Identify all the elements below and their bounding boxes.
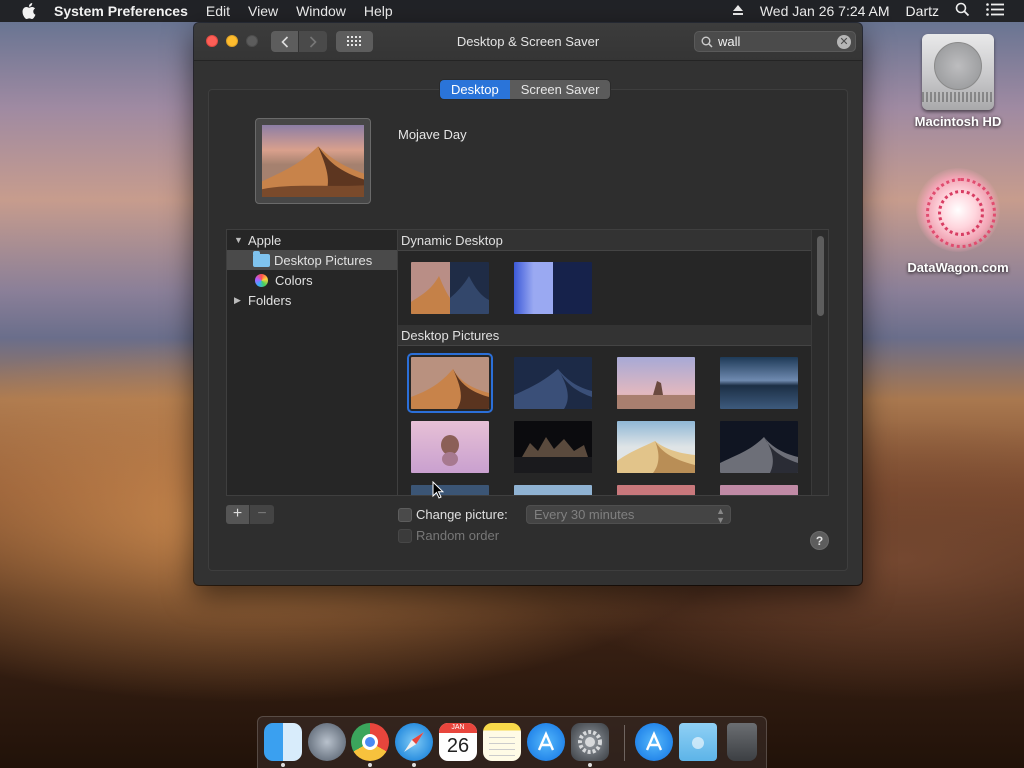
dock-app-store-download-icon[interactable]: [635, 723, 673, 761]
desktop-icon-label: DataWagon.com: [907, 260, 1009, 275]
preferences-window: Desktop & Screen Saver wall ✕ Desktop Sc…: [194, 23, 862, 585]
source-item-label: Colors: [275, 272, 313, 288]
menu-user[interactable]: Dartz: [906, 3, 939, 19]
disclosure-open-icon[interactable]: ▼: [234, 235, 244, 245]
scroll-thumb[interactable]: [817, 236, 824, 316]
dock-calendar-icon[interactable]: JAN 26: [439, 723, 477, 761]
dock-launchpad-icon[interactable]: [308, 723, 346, 761]
color-wheel-icon: [255, 273, 268, 287]
add-folder-button[interactable]: +: [226, 505, 250, 524]
picture-thumbnail-selected[interactable]: [407, 353, 493, 413]
dock-downloads-folder-icon[interactable]: [679, 723, 717, 761]
source-group-folders[interactable]: ▶ Folders: [227, 290, 397, 310]
datawagon-logo-icon: [916, 168, 1000, 252]
menu-clock[interactable]: Wed Jan 26 7:24 AM: [760, 3, 890, 19]
source-group-apple[interactable]: ▼ Apple: [227, 230, 397, 250]
search-icon: [701, 36, 713, 48]
help-button[interactable]: ?: [810, 531, 829, 550]
dock: JAN 26: [257, 716, 767, 768]
menu-app-name[interactable]: System Preferences: [54, 3, 188, 19]
calendar-day: 26: [446, 735, 470, 757]
picture-thumbnail[interactable]: [514, 262, 592, 314]
window-titlebar[interactable]: Desktop & Screen Saver wall ✕: [194, 23, 862, 61]
picture-thumbnail[interactable]: [617, 357, 695, 409]
source-list: ▼ Apple Desktop Pictures Colors ▶ Folder…: [226, 229, 398, 496]
source-item-label: Desktop Pictures: [274, 252, 373, 268]
dock-separator: [624, 725, 625, 761]
picture-thumbnail[interactable]: [617, 421, 695, 473]
picture-grid-scrollbar[interactable]: [811, 230, 828, 495]
picture-thumbnail[interactable]: [411, 421, 489, 473]
folder-buttons: + −: [226, 505, 274, 524]
picture-thumbnail[interactable]: [720, 485, 798, 496]
picture-thumbnail[interactable]: [720, 421, 798, 473]
random-order-label: Random order: [416, 528, 500, 543]
picture-grid: Dynamic Desktop Desktop Pictures: [398, 229, 829, 496]
desktop-icon-macintosh-hd[interactable]: Macintosh HD: [898, 34, 1018, 129]
disclosure-closed-icon[interactable]: ▶: [234, 295, 244, 306]
dock-trash-icon[interactable]: [727, 723, 757, 761]
dock-chrome-icon[interactable]: [351, 723, 389, 761]
picture-thumbnail[interactable]: [514, 485, 592, 496]
search-field[interactable]: wall ✕: [694, 31, 856, 52]
source-item-colors[interactable]: Colors: [227, 270, 397, 290]
dock-finder-icon[interactable]: [264, 723, 302, 761]
menu-view[interactable]: View: [248, 3, 278, 19]
desktop-icon-datawagon[interactable]: DataWagon.com: [898, 168, 1018, 275]
remove-folder-button: −: [250, 505, 274, 524]
section-header-pictures: Desktop Pictures: [398, 325, 812, 346]
menu-edit[interactable]: Edit: [206, 3, 230, 19]
dock-notes-icon[interactable]: [483, 723, 521, 761]
mouse-cursor-icon: [432, 481, 444, 499]
dock-running-indicator: [281, 763, 285, 767]
dock-running-indicator: [412, 763, 416, 767]
eject-icon[interactable]: [732, 3, 744, 19]
picture-thumbnail[interactable]: [411, 485, 489, 496]
section-header-dynamic: Dynamic Desktop: [398, 230, 812, 251]
search-input[interactable]: wall: [718, 34, 837, 49]
random-order-checkbox: [398, 529, 412, 543]
dock-system-preferences-icon[interactable]: [571, 723, 609, 761]
dock-running-indicator: [368, 763, 372, 767]
menu-bar: System Preferences Edit View Window Help…: [0, 0, 1024, 22]
clear-search-button[interactable]: ✕: [837, 34, 851, 49]
mojave-day-thumbnail: [262, 125, 364, 197]
tab-bar: Desktop Screen Saver: [440, 80, 611, 99]
interval-popup: Every 30 minutes ▲ ▼: [526, 505, 731, 525]
dock-running-indicator: [588, 763, 592, 767]
popup-arrows-icon: ▲ ▼: [716, 506, 725, 525]
picture-thumbnail[interactable]: [720, 357, 798, 409]
desktop-icon-label: Macintosh HD: [914, 114, 1002, 129]
picture-thumbnail[interactable]: [617, 485, 695, 496]
tab-screen-saver[interactable]: Screen Saver: [509, 80, 611, 99]
dock-app-store-icon[interactable]: [527, 723, 565, 761]
source-item-desktop-pictures[interactable]: Desktop Pictures: [227, 250, 397, 270]
current-picture-preview: [255, 118, 371, 204]
folder-icon: [253, 250, 270, 267]
picture-thumbnail[interactable]: [514, 357, 592, 409]
notification-center-icon[interactable]: [986, 3, 1004, 19]
interval-value: Every 30 minutes: [534, 507, 635, 522]
calendar-month: JAN: [439, 723, 477, 733]
source-group-label: Folders: [248, 292, 292, 308]
dock-safari-icon[interactable]: [395, 723, 433, 761]
hard-drive-icon: [922, 34, 994, 110]
change-picture-label[interactable]: Change picture:: [416, 507, 508, 522]
change-picture-checkbox[interactable]: [398, 508, 412, 522]
picture-thumbnail[interactable]: [514, 421, 592, 473]
menu-help[interactable]: Help: [364, 3, 393, 19]
spotlight-icon[interactable]: [955, 2, 970, 20]
current-picture-name: Mojave Day: [398, 127, 467, 142]
tab-desktop[interactable]: Desktop: [440, 80, 510, 99]
picture-thumbnail[interactable]: [411, 262, 489, 314]
menu-window[interactable]: Window: [296, 3, 346, 19]
apple-menu-icon[interactable]: [18, 0, 40, 22]
source-group-label: Apple: [248, 232, 282, 248]
